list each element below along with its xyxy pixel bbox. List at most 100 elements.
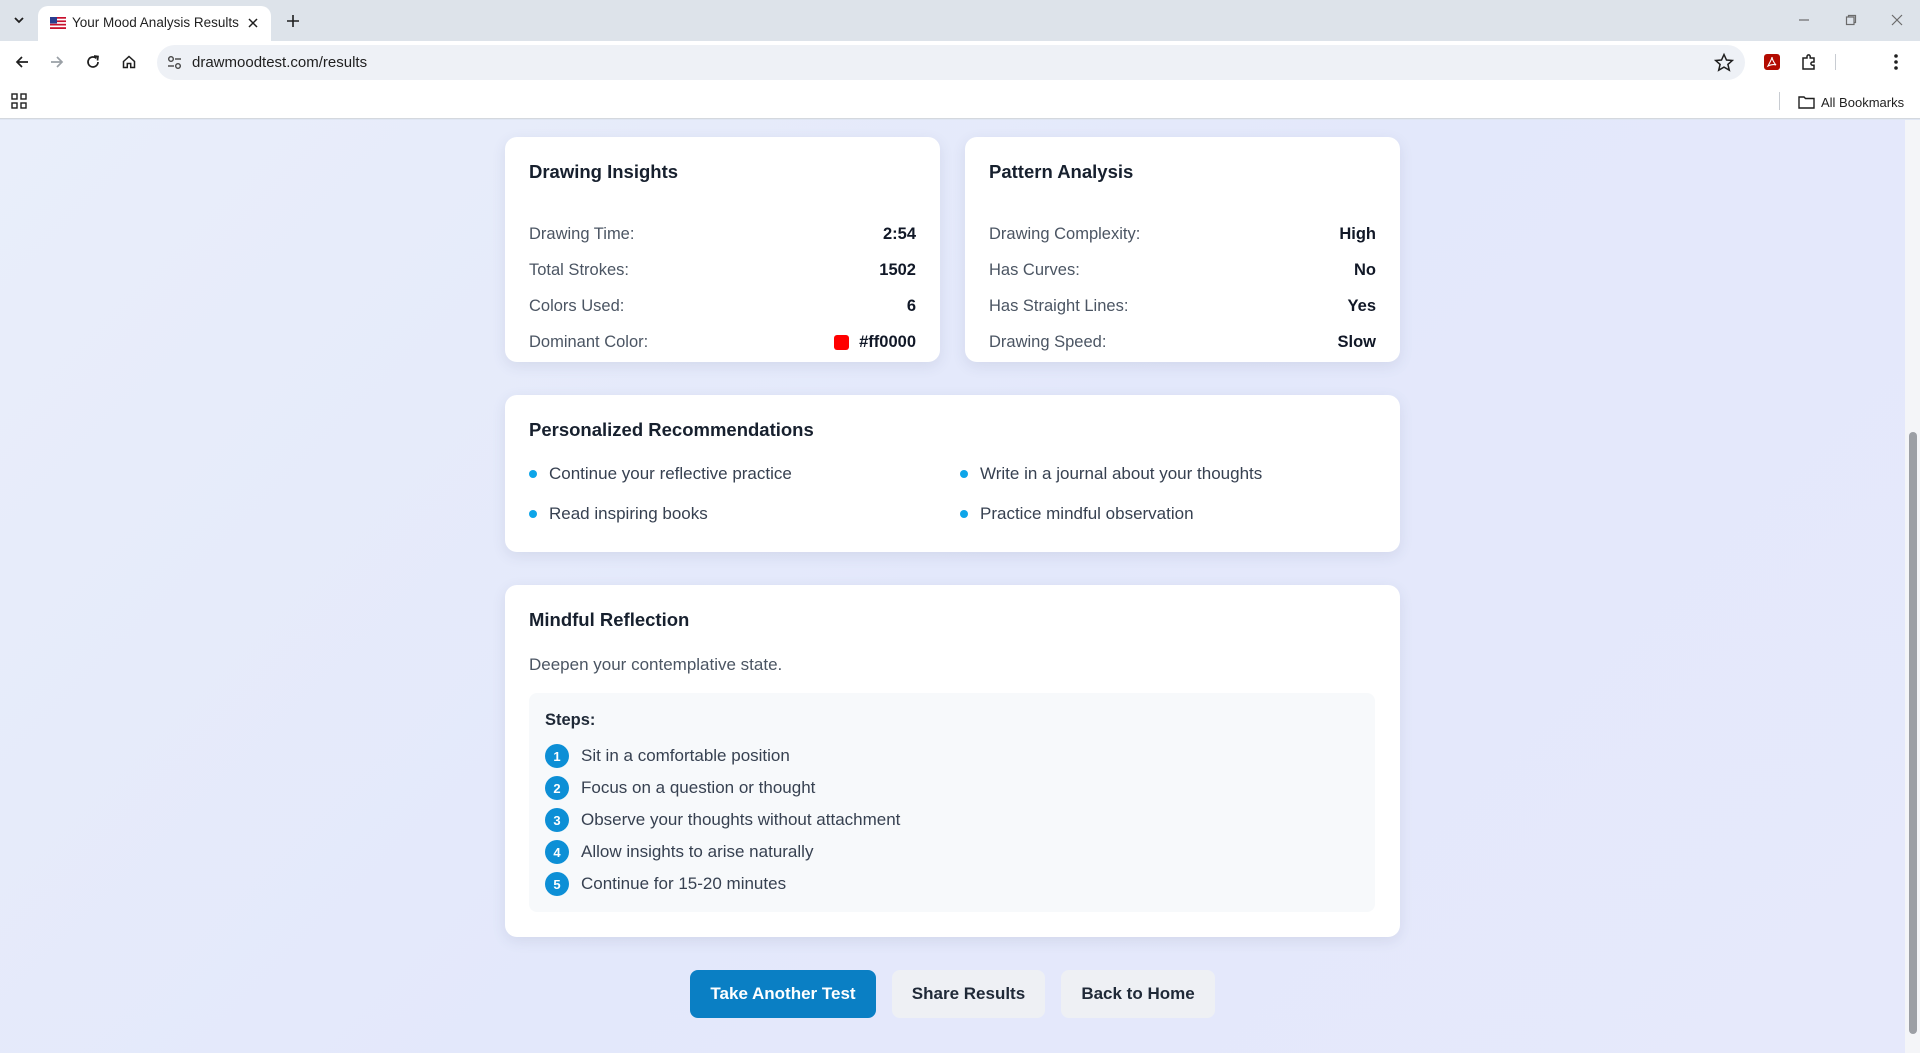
recommendations-card: Personalized Recommendations Continue yo…	[505, 395, 1400, 552]
reload-button[interactable]	[79, 48, 107, 76]
bullet-icon	[529, 510, 537, 518]
step-number-badge: 1	[545, 744, 569, 768]
restore-button[interactable]	[1836, 6, 1866, 34]
stat-value: Yes	[1347, 296, 1376, 315]
stat-row-complexity: Drawing Complexity: High	[989, 222, 1376, 246]
all-bookmarks-label: All Bookmarks	[1821, 94, 1905, 110]
pdf-icon	[1764, 54, 1780, 70]
step-number-badge: 3	[545, 808, 569, 832]
arrow-right-icon	[51, 56, 64, 68]
extensions-button[interactable]	[1797, 50, 1821, 74]
step-number-badge: 2	[545, 776, 569, 800]
home-button[interactable]	[115, 48, 143, 76]
drawing-insights-card: Drawing Insights Drawing Time: 2:54 Tota…	[505, 137, 940, 362]
url-text: drawmoodtest.com/results	[192, 54, 368, 71]
address-bar[interactable]: drawmoodtest.com/results	[157, 45, 1745, 80]
pattern-analysis-title: Pattern Analysis	[989, 161, 1134, 182]
back-to-home-button[interactable]: Back to Home	[1061, 970, 1215, 1018]
tab-search-button[interactable]	[6, 8, 32, 32]
tab-strip: Your Mood Analysis Results |	[0, 0, 1920, 41]
restore-icon	[1845, 14, 1857, 26]
stat-row-drawing-time: Drawing Time: 2:54	[529, 222, 916, 246]
drawing-insights-title: Drawing Insights	[529, 161, 679, 182]
step-text: Observe your thoughts without attachment	[581, 810, 901, 829]
take-another-test-button[interactable]: Take Another Test	[690, 970, 876, 1018]
step-text: Continue for 15-20 minutes	[581, 874, 787, 893]
stat-value: 6	[906, 296, 916, 315]
toolbar-divider	[1835, 54, 1836, 70]
menu-button[interactable]	[1884, 50, 1908, 74]
more-vert-icon	[1894, 54, 1898, 70]
stat-value: High	[1339, 224, 1376, 243]
reload-icon	[87, 55, 99, 68]
reflection-title: Mindful Reflection	[529, 609, 690, 630]
page-viewport: Drawing Insights Drawing Time: 2:54 Tota…	[0, 120, 1920, 1053]
active-tab[interactable]: Your Mood Analysis Results |	[38, 6, 271, 41]
close-window-button[interactable]	[1882, 6, 1912, 34]
stat-value: No	[1354, 260, 1376, 279]
stat-row-speed: Drawing Speed: Slow	[989, 330, 1376, 354]
plus-icon	[287, 15, 299, 27]
steps-title: Steps:	[545, 711, 596, 729]
stat-value: 1502	[879, 260, 916, 279]
step-text: Allow insights to arise naturally	[581, 842, 814, 861]
stat-label: Has Curves:	[989, 260, 1080, 279]
folder-icon	[1798, 96, 1815, 109]
apps-grid-icon[interactable]	[10, 92, 28, 110]
chevron-down-icon	[14, 17, 24, 24]
reflection-subtitle: Deepen your contemplative state.	[529, 655, 783, 674]
stat-label: Colors Used:	[529, 296, 625, 315]
pattern-analysis-card: Pattern Analysis Drawing Complexity: Hig…	[965, 137, 1400, 362]
scrollbar-thumb[interactable]	[1909, 432, 1917, 1034]
browser-toolbar: drawmoodtest.com/results	[0, 41, 1920, 83]
step-text: Focus on a question or thought	[581, 778, 816, 797]
page-scrollbar[interactable]	[1905, 120, 1920, 1053]
stat-label: Total Strokes:	[529, 260, 629, 279]
dominant-color-hex: #ff0000	[859, 332, 916, 351]
tab-close-button[interactable]	[243, 13, 263, 33]
bookmark-star-icon[interactable]	[1713, 52, 1735, 74]
all-bookmarks-button[interactable]: All Bookmarks	[1798, 92, 1904, 112]
stat-row-straight-lines: Has Straight Lines: Yes	[989, 294, 1376, 318]
step-item: 2 Focus on a question or thought	[545, 776, 815, 800]
home-icon	[122, 55, 136, 69]
flag-favicon-icon	[50, 17, 66, 29]
recommendation-text: Continue your reflective practice	[549, 464, 792, 483]
site-settings-icon	[168, 56, 181, 69]
step-item: 3 Observe your thoughts without attachme…	[545, 808, 900, 832]
list-item: Continue your reflective practice	[529, 462, 792, 486]
stat-row-colors-used: Colors Used: 6	[529, 294, 916, 318]
recommendation-text: Practice mindful observation	[980, 504, 1194, 523]
stat-label: Drawing Complexity:	[989, 224, 1141, 243]
stat-row-total-strokes: Total Strokes: 1502	[529, 258, 916, 282]
pdf-extension-button[interactable]	[1760, 50, 1784, 74]
step-item: 4 Allow insights to arise naturally	[545, 840, 813, 864]
mindful-reflection-card: Mindful Reflection Deepen your contempla…	[505, 585, 1400, 937]
stat-label: Drawing Speed:	[989, 332, 1107, 351]
tab-title: Your Mood Analysis Results |	[72, 15, 240, 30]
bookmarks-divider	[1779, 92, 1780, 110]
recommendations-title: Personalized Recommendations	[529, 419, 814, 440]
share-results-button[interactable]: Share Results	[892, 970, 1045, 1018]
stat-label: Dominant Color:	[529, 332, 649, 351]
dominant-color-value: #ff0000	[834, 333, 916, 352]
steps-box: Steps: 1 Sit in a comfortable position 2…	[529, 693, 1375, 912]
bullet-icon	[960, 470, 968, 478]
step-text: Sit in a comfortable position	[581, 746, 790, 765]
list-item: Write in a journal about your thoughts	[960, 462, 1262, 486]
minimize-button[interactable]	[1789, 6, 1819, 34]
puzzle-icon	[1802, 54, 1815, 70]
stat-row-dominant-color: Dominant Color: #ff0000	[529, 330, 916, 354]
forward-button[interactable]	[43, 48, 71, 76]
stat-label: Has Straight Lines:	[989, 296, 1129, 315]
back-button[interactable]	[8, 48, 36, 76]
bookmarks-bar: All Bookmarks	[0, 83, 1920, 119]
list-item: Practice mindful observation	[960, 502, 1194, 526]
step-item: 5 Continue for 15-20 minutes	[545, 872, 786, 896]
new-tab-button[interactable]	[280, 8, 306, 34]
step-number-badge: 5	[545, 872, 569, 896]
recommendation-text: Read inspiring books	[549, 504, 708, 523]
recommendation-text: Write in a journal about your thoughts	[980, 464, 1263, 483]
bullet-icon	[960, 510, 968, 518]
stat-row-curves: Has Curves: No	[989, 258, 1376, 282]
